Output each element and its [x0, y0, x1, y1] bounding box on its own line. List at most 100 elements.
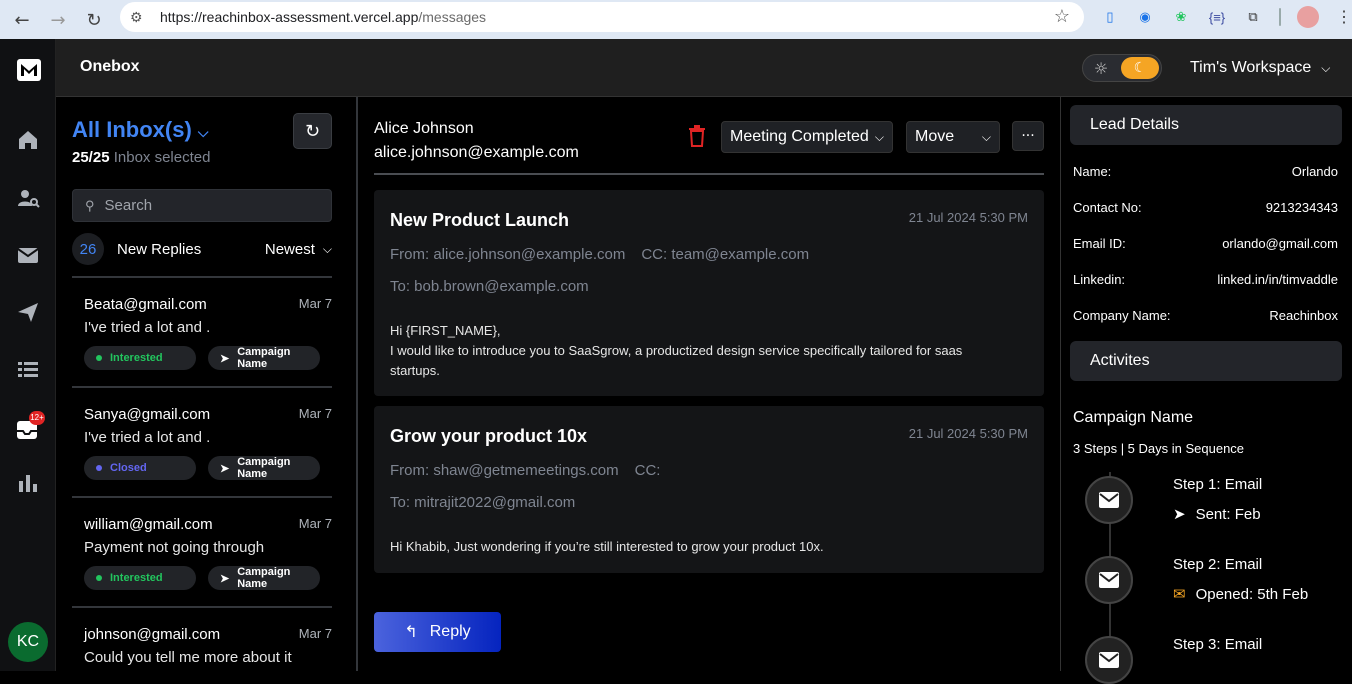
- lead-field: Linkedin: linked.in/in/timvaddle: [1073, 272, 1338, 287]
- mail-icon[interactable]: [16, 243, 40, 267]
- divider: [72, 496, 332, 498]
- search-icon: ⚲: [85, 197, 95, 213]
- more-options-button[interactable]: ···: [1012, 121, 1044, 151]
- campaign-sequence: 3 Steps | 5 Days in Sequence: [1073, 441, 1245, 456]
- extension-icon[interactable]: ◉: [1134, 6, 1156, 28]
- bar-chart-icon[interactable]: [16, 471, 40, 495]
- divider: [72, 606, 332, 608]
- email-to: To: bob.brown@example.com: [390, 278, 589, 295]
- trash-icon[interactable]: [688, 125, 706, 147]
- lead-field: Email ID: orlando@gmail.com: [1073, 236, 1338, 251]
- send-icon: ➤: [220, 572, 230, 585]
- user-search-icon[interactable]: [16, 186, 40, 210]
- email-cc: CC:: [634, 462, 661, 479]
- sort-dropdown[interactable]: Newest ⌵: [265, 241, 332, 258]
- status-badge: Interested: [84, 566, 196, 590]
- email-subject: New Product Launch: [390, 210, 570, 230]
- mail-open-icon: ✉: [1173, 586, 1186, 603]
- list-item[interactable]: william@gmail.com Mar 7 Payment not goin…: [84, 516, 332, 590]
- bookmark-star-icon[interactable]: ☆: [1054, 6, 1070, 27]
- mail-icon: [1085, 476, 1133, 524]
- home-icon[interactable]: [16, 128, 40, 152]
- address-bar[interactable]: ⚙ https://reachinbox-assessment.vercel.a…: [120, 2, 1084, 32]
- extensions-puzzle-icon[interactable]: ⧉: [1242, 6, 1264, 28]
- email-body: Hi Khabib, Just wondering if you’re stil…: [390, 539, 824, 554]
- toolbar-divider: [1279, 8, 1281, 26]
- back-icon[interactable]: ←: [8, 6, 36, 34]
- thread-panel: Alice Johnson alice.johnson@example.com …: [358, 97, 1060, 671]
- notification-badge: 12+: [29, 411, 45, 425]
- status-select[interactable]: Meeting Completed ⌵: [721, 121, 893, 153]
- reply-icon: ↰: [404, 624, 418, 641]
- campaign-name: Campaign Name: [1073, 409, 1194, 426]
- search-input[interactable]: ⚲ Search: [72, 189, 332, 222]
- list-item[interactable]: Sanya@gmail.com Mar 7 I've tried a lot a…: [84, 406, 332, 480]
- inbox-title: All Inbox(s): [72, 117, 192, 142]
- send-icon[interactable]: [16, 300, 40, 324]
- activities-header: Activites: [1070, 341, 1342, 381]
- theme-toggle[interactable]: ☼ ☾: [1082, 54, 1162, 82]
- send-icon: ➤: [220, 462, 230, 475]
- status-badge: Closed: [84, 456, 196, 480]
- extension-icon[interactable]: ▯: [1099, 6, 1121, 28]
- extension-icon[interactable]: ❀: [1170, 6, 1192, 28]
- profile-avatar[interactable]: [1297, 6, 1319, 28]
- inbox-nav[interactable]: 12+: [14, 411, 45, 441]
- chevron-down-icon: ⌵: [197, 124, 209, 140]
- email-timestamp: 21 Jul 2024 5:30 PM: [908, 210, 1028, 225]
- campaign-badge: ➤ Campaign Name: [208, 566, 320, 590]
- chevron-down-icon: ⌵: [874, 129, 884, 144]
- lead-field: Name: Orlando: [1073, 164, 1338, 179]
- chevron-down-icon: ⌵: [1321, 60, 1331, 75]
- email-from: From: shaw@getmemeetings.com: [390, 462, 619, 479]
- reload-icon[interactable]: ↻: [80, 6, 108, 34]
- step-item: Step 3: Email: [1173, 636, 1263, 653]
- moon-icon: ☾: [1121, 57, 1159, 79]
- app-header: Onebox ☼ ☾ Tim's Workspace ⌵: [56, 39, 1352, 97]
- inbox-selected-count: 25/25 Inbox selected: [72, 149, 211, 166]
- lead-field: Company Name: Reachinbox: [1073, 308, 1338, 323]
- email-from: From: alice.johnson@example.com: [390, 246, 626, 263]
- sender-email: alice.johnson@example.com: [374, 144, 579, 161]
- campaign-badge: ➤ Campaign Name: [208, 346, 320, 370]
- email-message: New Product Launch 21 Jul 2024 5:30 PM F…: [374, 190, 1044, 396]
- lead-details-header: Lead Details: [1070, 105, 1342, 145]
- status-badge: Interested: [84, 346, 196, 370]
- workspace-name: Tim's Workspace: [1190, 59, 1312, 76]
- reply-button[interactable]: ↰ Reply: [374, 612, 501, 652]
- chevron-down-icon: ⌵: [322, 241, 332, 256]
- forward-icon[interactable]: →: [44, 6, 72, 34]
- move-select[interactable]: Move ⌵: [906, 121, 1000, 153]
- url-path: /messages: [418, 9, 487, 25]
- chevron-down-icon: ⌵: [981, 129, 991, 144]
- email-cc: CC: team@example.com: [641, 246, 810, 263]
- list-icon[interactable]: [16, 357, 40, 381]
- site-settings-icon[interactable]: ⚙: [130, 9, 146, 25]
- email-body: Hi {FIRST_NAME}, I would like to introdu…: [390, 323, 963, 378]
- logo-icon: [17, 59, 41, 81]
- lead-panel: Lead Details Name: Orlando Contact No: 921…: [1060, 97, 1352, 684]
- workspace-selector[interactable]: Tim's Workspace ⌵: [1190, 59, 1330, 77]
- new-replies-label: New Replies: [117, 240, 202, 258]
- browser-menu-icon[interactable]: ⋮: [1333, 6, 1352, 28]
- mail-icon: [1085, 636, 1133, 684]
- step-item: Step 2: Email ✉ Opened: 5th Feb: [1173, 556, 1309, 603]
- list-item[interactable]: Beata@gmail.com Mar 7 I've tried a lot a…: [84, 296, 332, 370]
- browser-toolbar: ← → ↻ ⚙ https://reachinbox-assessment.ve…: [0, 0, 1352, 39]
- list-item[interactable]: johnson@gmail.com Mar 7 Could you tell m…: [84, 626, 332, 666]
- campaign-badge: ➤ Campaign Name: [208, 456, 320, 480]
- inbox-selector[interactable]: All Inbox(s) ⌵: [72, 117, 209, 143]
- url-host: https://reachinbox-assessment.vercel.app: [160, 9, 419, 25]
- email-timestamp: 21 Jul 2024 5:30 PM: [908, 426, 1028, 441]
- email-subject: Grow your product 10x: [390, 426, 588, 446]
- refresh-button[interactable]: ↻: [293, 113, 332, 149]
- sun-icon: ☼: [1093, 59, 1109, 78]
- mail-icon: [1085, 556, 1133, 604]
- avatar[interactable]: KC: [8, 622, 48, 662]
- divider: [72, 276, 332, 278]
- refresh-icon: ↻: [304, 120, 321, 142]
- new-count-badge: 26: [72, 233, 104, 265]
- lead-field: Contact No: 9213234343: [1073, 200, 1338, 215]
- app-title: Onebox: [80, 58, 140, 75]
- extension-icon[interactable]: {≡}: [1206, 6, 1228, 28]
